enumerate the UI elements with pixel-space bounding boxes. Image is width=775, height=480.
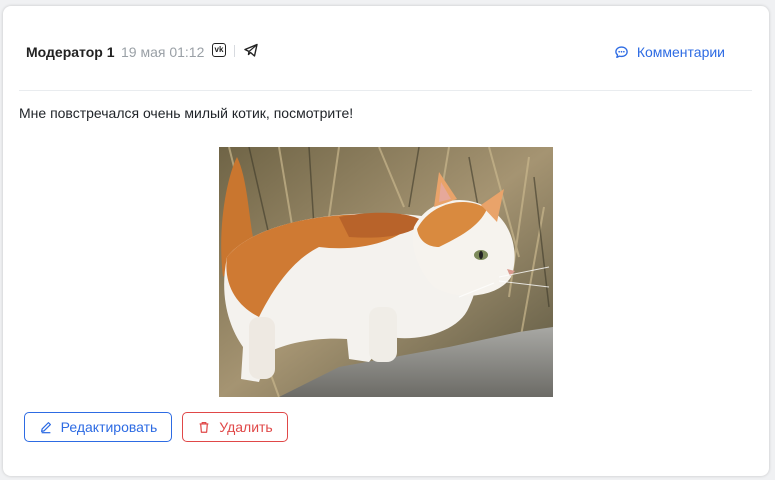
share-divider: [234, 45, 235, 57]
edit-button[interactable]: Редактировать: [24, 412, 172, 442]
delete-label: Удалить: [219, 419, 273, 435]
trash-icon: [199, 422, 209, 433]
comments-label: Комментарии: [636, 44, 725, 60]
post-header: Модератор 1 19 мая 01:12 vk Комментарии: [3, 6, 769, 90]
telegram-icon[interactable]: [243, 42, 259, 58]
header-divider: [19, 90, 752, 91]
pencil-icon: [40, 422, 51, 434]
vk-icon[interactable]: vk: [212, 43, 226, 57]
post-date: 19 мая 01:12: [121, 44, 205, 60]
comment-icon: [615, 45, 628, 58]
cat-photo: [219, 147, 553, 397]
post-card: Модератор 1 19 мая 01:12 vk Комментарии …: [3, 6, 769, 476]
post-author[interactable]: Модератор 1: [26, 44, 115, 60]
post-text: Мне повстречался очень милый котик, посм…: [19, 105, 354, 121]
comments-link[interactable]: Комментарии: [614, 42, 725, 62]
edit-label: Редактировать: [60, 419, 158, 435]
delete-button[interactable]: Удалить: [182, 412, 288, 442]
cat-photo-image: [219, 147, 553, 397]
